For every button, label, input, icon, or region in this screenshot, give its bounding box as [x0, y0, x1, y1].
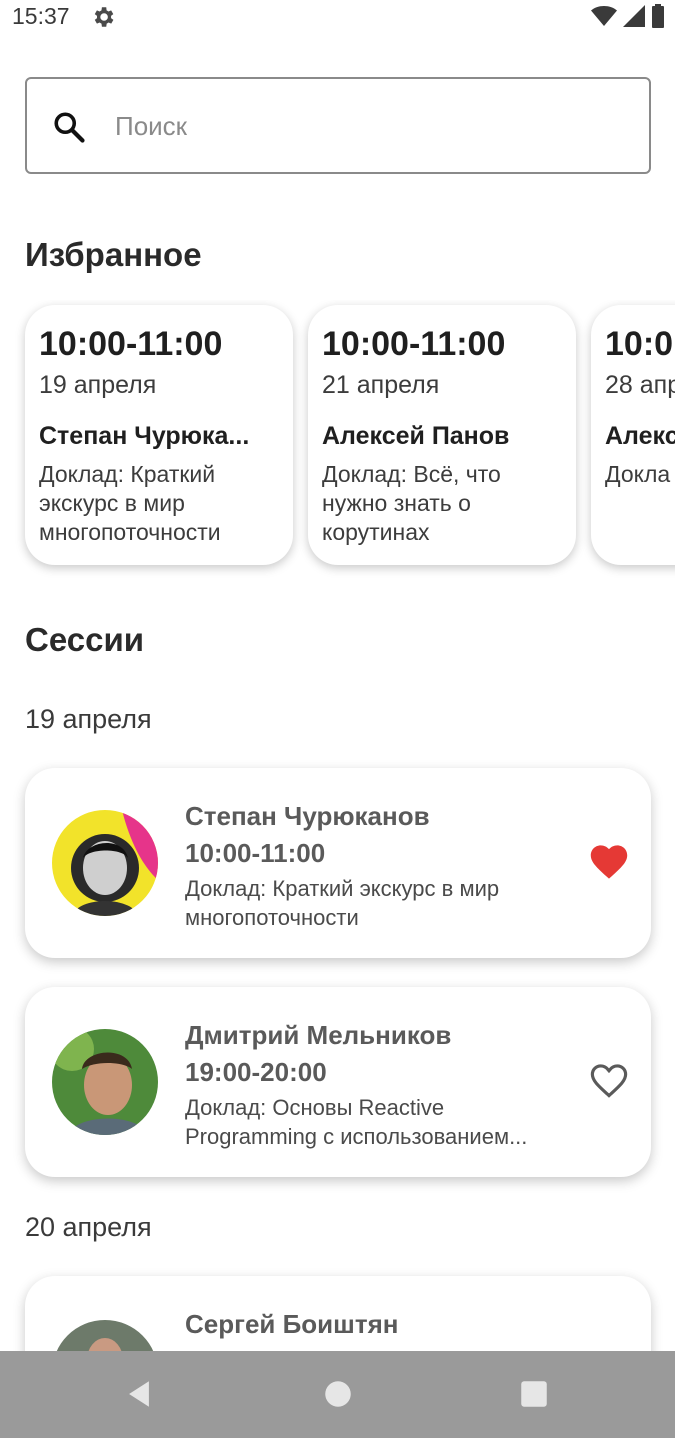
status-time: 15:37	[12, 3, 70, 29]
session-card[interactable]: Степан Чурюканов 10:00-11:00 Доклад: Кра…	[25, 768, 651, 958]
session-card[interactable]: Дмитрий Мельников 19:00-20:00 Доклад: Ос…	[25, 987, 651, 1177]
favorite-card[interactable]: 10:00-11:00 19 апреля Степан Чурюка... Д…	[25, 305, 293, 565]
favorite-date: 19 апреля	[39, 371, 157, 399]
favorite-speaker: Степан Чурюка...	[39, 422, 250, 450]
favorite-talk: Докла Работа	[605, 461, 675, 487]
favorite-speaker: Алекс	[605, 422, 675, 450]
recents-icon[interactable]	[517, 1377, 551, 1411]
home-icon[interactable]	[321, 1377, 355, 1411]
signal-icon	[623, 5, 645, 27]
session-speaker: Дмитрий Мельников	[185, 1020, 452, 1050]
avatar	[52, 1029, 158, 1135]
favorite-card[interactable]: 10:00-11:00 21 апреля Алексей Панов Докл…	[308, 305, 576, 565]
favorite-talk: Доклад: Краткий экскурс в мир многопоточ…	[39, 461, 221, 545]
status-icons	[591, 4, 665, 28]
avatar	[52, 810, 158, 916]
session-speaker: Степан Чурюканов	[185, 801, 430, 831]
back-icon[interactable]	[122, 1377, 156, 1411]
battery-icon	[652, 4, 664, 28]
favorites-title: Избранное	[25, 236, 202, 273]
status-bar: 15:37	[0, 0, 675, 34]
session-speaker: Сергей Боиштян	[185, 1309, 399, 1339]
favorite-date: 28 апр	[605, 371, 675, 399]
session-talk: Доклад: Основы Reactive Programming с ис…	[185, 1095, 528, 1149]
favorite-talk: Доклад: Всё, что нужно знать о корутинах	[322, 461, 501, 545]
favorite-time: 10:0	[605, 325, 674, 363]
session-time: 19:00-20:00	[185, 1057, 327, 1087]
search-box[interactable]	[25, 77, 651, 174]
wifi-icon	[591, 6, 617, 26]
search-input[interactable]	[115, 104, 615, 148]
favorite-card[interactable]: 10:0 28 апр Алекс Докла Работа	[591, 305, 675, 565]
sessions-title: Сессии	[25, 621, 145, 658]
favorite-date: 21 апреля	[322, 371, 440, 399]
session-time: 10:00-11:00	[185, 838, 326, 868]
favorite-time: 10:00-11:00	[39, 325, 223, 363]
favorites-carousel[interactable]: 10:00-11:00 19 апреля Степан Чурюка... Д…	[0, 300, 675, 580]
heart-outline-icon[interactable]	[590, 1063, 628, 1099]
search-icon[interactable]	[51, 109, 87, 145]
heart-filled-icon[interactable]	[590, 844, 628, 880]
day-label: 19 апреля	[25, 704, 152, 734]
day-label: 20 апреля	[25, 1212, 152, 1242]
session-talk: Доклад: Краткий экскурс в мир многопоточ…	[185, 876, 500, 930]
favorite-speaker: Алексей Панов	[322, 422, 510, 450]
favorite-time: 10:00-11:00	[322, 325, 506, 363]
gear-icon	[94, 7, 114, 27]
navigation-bar	[0, 1351, 675, 1438]
